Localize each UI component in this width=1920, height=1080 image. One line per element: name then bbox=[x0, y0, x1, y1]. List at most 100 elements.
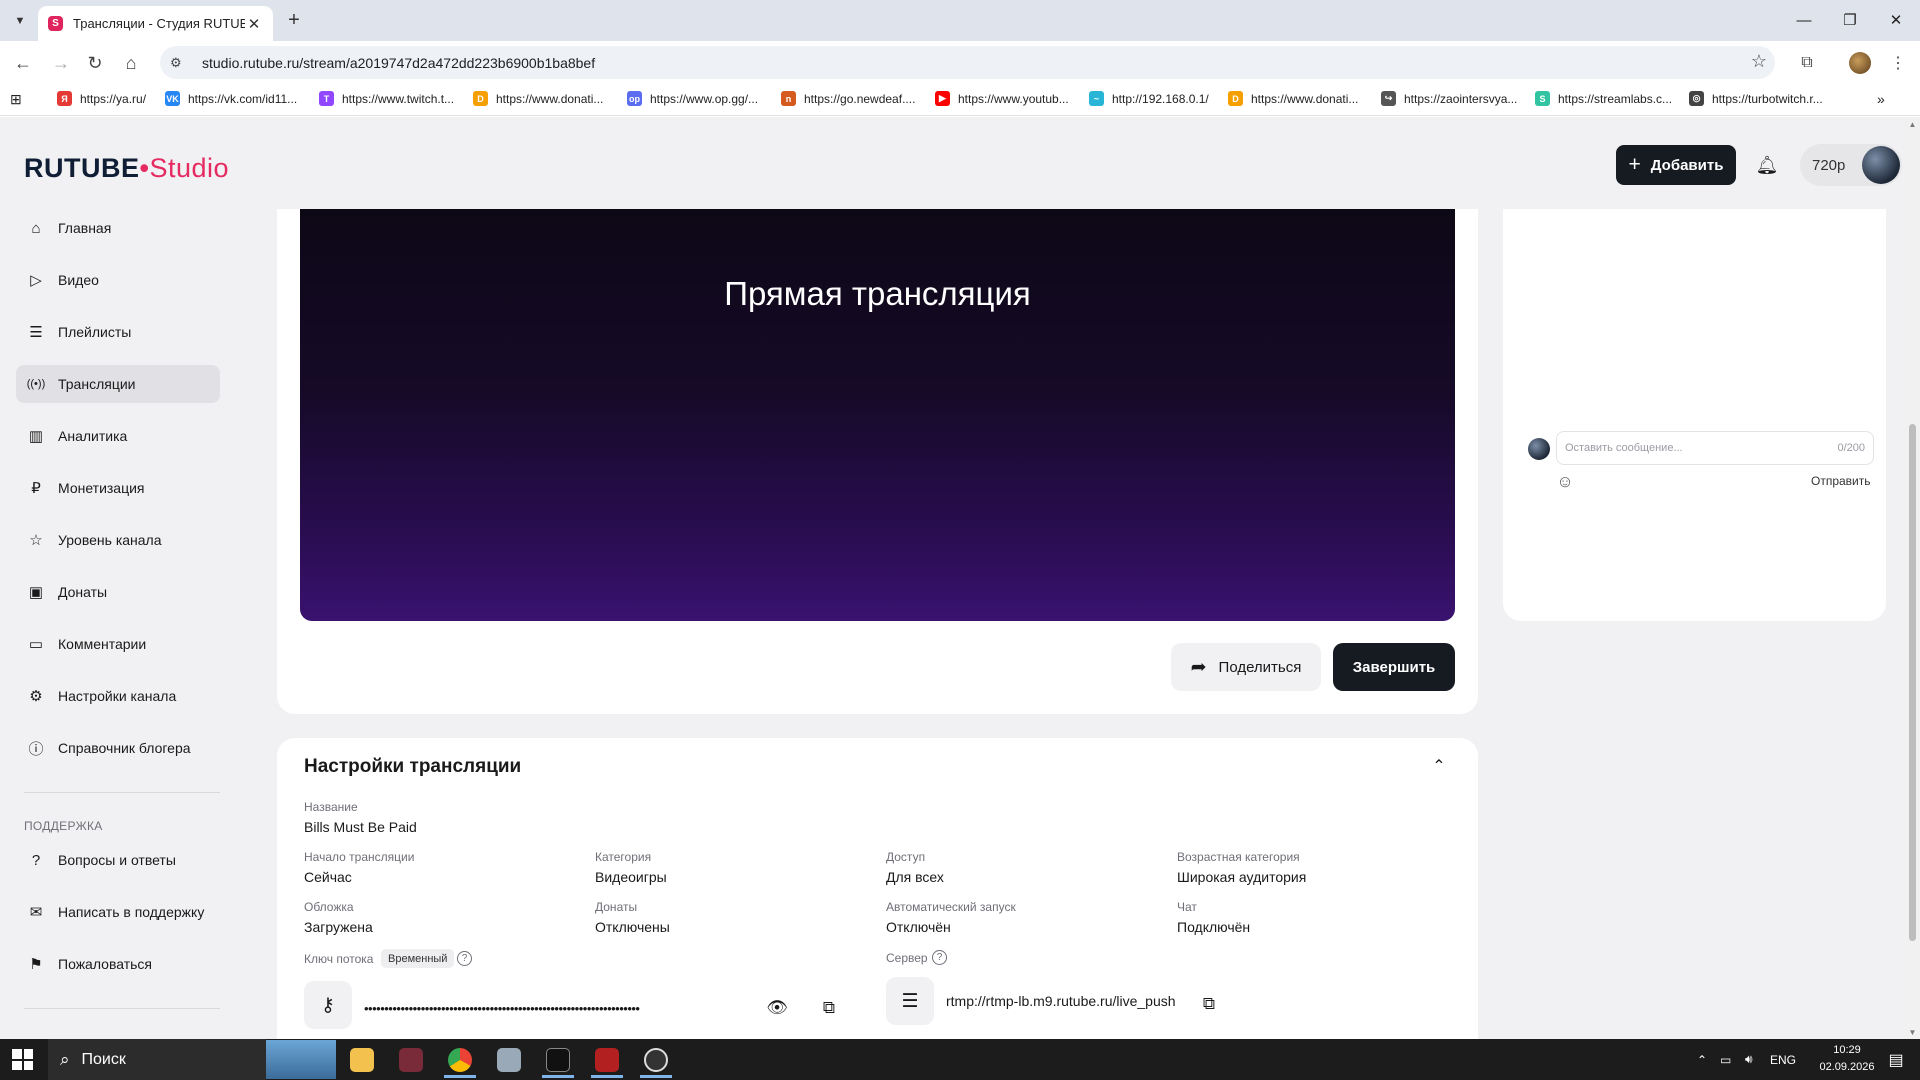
new-tab-icon[interactable]: + bbox=[282, 8, 306, 32]
back-icon[interactable]: ← bbox=[9, 49, 37, 77]
scrollbar-thumb[interactable] bbox=[1909, 424, 1916, 941]
game-app-icon[interactable] bbox=[389, 1042, 433, 1078]
bookmark-star-icon[interactable]: ☆ bbox=[1743, 51, 1775, 72]
redirect-icon: ↪ bbox=[1381, 91, 1396, 106]
close-window-icon[interactable]: ✕ bbox=[1873, 4, 1919, 36]
question-icon: ? bbox=[31, 851, 41, 869]
sidebar-item-home[interactable]: ⌂ Главная bbox=[16, 209, 220, 247]
help-icon[interactable]: ? bbox=[932, 950, 947, 965]
share-button[interactable]: ➦ Поделиться bbox=[1171, 643, 1321, 691]
bookmark-item[interactable]: Яhttps://ya.ru/ bbox=[57, 91, 146, 106]
windows-start-icon[interactable] bbox=[12, 1049, 33, 1070]
site-info-icon[interactable]: ⚙ bbox=[170, 55, 190, 71]
donationalerts-icon: D bbox=[1228, 91, 1243, 106]
star-icon: ☆ bbox=[29, 532, 43, 549]
page-scrollbar[interactable]: ▲ ▼ bbox=[1905, 117, 1920, 1039]
sidebar-item-contact-support[interactable]: ✉ Написать в поддержку bbox=[16, 893, 220, 931]
bookmark-item[interactable]: n https://go.newdeaf.... bbox=[781, 91, 915, 106]
tab-search-icon[interactable]: ▼ bbox=[9, 10, 31, 32]
info-icon: ⓘ bbox=[28, 740, 44, 758]
bookmark-item[interactable]: Shttps://streamlabs.c... bbox=[1535, 91, 1672, 106]
chrome-icon[interactable] bbox=[438, 1042, 482, 1078]
clock[interactable]: 10:29 02.09.2026 bbox=[1818, 1042, 1876, 1076]
bookmark-item[interactable]: Thttps://www.twitch.t... bbox=[319, 91, 454, 106]
language-indicator[interactable]: ENG bbox=[1770, 1039, 1796, 1080]
chevron-up-icon[interactable]: ⌃ bbox=[1427, 754, 1451, 778]
sidebar-item-monetization[interactable]: ₽ Монетизация bbox=[16, 469, 220, 507]
restore-icon[interactable]: ❐ bbox=[1827, 4, 1873, 36]
rutube-studio-logo[interactable]: RUTUBE•Studio bbox=[24, 153, 229, 184]
vk-icon: VK bbox=[165, 91, 180, 106]
sidebar-item-playlists[interactable]: ☰ Плейлисты bbox=[16, 313, 220, 351]
bookmark-item[interactable]: op https://www.op.gg/... bbox=[627, 91, 758, 106]
stream-preview-player[interactable]: Прямая трансляция bbox=[300, 209, 1455, 621]
scroll-up-icon[interactable]: ▲ bbox=[1905, 117, 1920, 131]
audio-app-icon[interactable] bbox=[536, 1042, 580, 1078]
field-value: Отключён bbox=[886, 919, 951, 935]
bookmark-item[interactable]: ↪ https://zaointersvya... bbox=[1381, 91, 1517, 106]
sidebar-item-video[interactable]: ▷ Видео bbox=[16, 261, 220, 299]
streamlabs-icon: S bbox=[1535, 91, 1550, 106]
windows-taskbar: ⌕ Поиск ⌃ ▭ 🔊︎ ENG 10:29 02.09.2026 ▤ bbox=[0, 1039, 1920, 1080]
globe-icon: ◎ bbox=[1689, 91, 1704, 106]
game-app-icon[interactable] bbox=[585, 1042, 629, 1078]
add-button[interactable]: + Добавить bbox=[1616, 145, 1736, 185]
volume-icon[interactable]: 🔊︎ bbox=[1745, 1039, 1753, 1080]
stream-key-value: ••••••••••••••••••••••••••••••••••••••••… bbox=[364, 1001, 640, 1016]
sidebar-item-comments[interactable]: ▭ Комментарии bbox=[16, 625, 220, 663]
finish-stream-button[interactable]: Завершить bbox=[1333, 643, 1455, 691]
sidebar-item-channel-level[interactable]: ☆ Уровень канала bbox=[16, 521, 220, 559]
send-button[interactable]: Отправить bbox=[1811, 474, 1871, 488]
file-explorer-icon[interactable] bbox=[340, 1042, 384, 1078]
reload-icon[interactable]: ↻ bbox=[81, 49, 109, 77]
menu-kebab-icon[interactable]: ⋮ bbox=[1884, 49, 1912, 77]
player-title: Прямая трансляция bbox=[724, 275, 1031, 312]
minimize-icon[interactable]: — bbox=[1781, 4, 1827, 36]
sidebar-item-channel-settings[interactable]: ⚙ Настройки канала bbox=[16, 677, 220, 715]
bookmark-item[interactable]: ▶ https://www.youtub... bbox=[935, 91, 1069, 106]
forward-icon[interactable]: → bbox=[47, 49, 75, 77]
bookmark-item[interactable]: Dhttps://www.donati... bbox=[473, 91, 603, 106]
bookmark-item[interactable]: Dhttps://www.donati... bbox=[1228, 91, 1358, 106]
apps-grid-icon[interactable]: ⊞ bbox=[10, 91, 22, 108]
settings-title: Настройки трансляции bbox=[304, 756, 522, 777]
network-icon[interactable]: ▭ bbox=[1720, 1039, 1731, 1080]
bookmark-item[interactable]: ~ http://192.168.0.1/ bbox=[1089, 91, 1209, 106]
home-icon[interactable]: ⌂ bbox=[117, 49, 145, 77]
notification-center-icon[interactable]: ▤ bbox=[1876, 1048, 1916, 1072]
copy-icon[interactable]: ⧉ bbox=[1196, 991, 1222, 1017]
sidebar-item-donations[interactable]: ▣ Донаты bbox=[16, 573, 220, 611]
chat-placeholder: Оставить сообщение... bbox=[1565, 442, 1683, 454]
address-bar[interactable]: ⚙ studio.rutube.ru/stream/a2019747d2a472… bbox=[160, 46, 1775, 79]
bookmark-item[interactable]: VK https://vk.com/id11... bbox=[165, 91, 297, 106]
obs-icon[interactable] bbox=[634, 1042, 678, 1078]
search-highlight-image[interactable] bbox=[266, 1040, 336, 1079]
taskbar-search[interactable]: ⌕ Поиск bbox=[48, 1039, 266, 1080]
sidebar-item-analytics[interactable]: ▥ Аналитика bbox=[16, 417, 220, 455]
browser-tab-active[interactable]: S Трансляции - Студия RUTUBE ✕ bbox=[38, 6, 273, 41]
search-icon: ⌕ bbox=[60, 1049, 70, 1069]
scroll-down-icon[interactable]: ▼ bbox=[1905, 1025, 1920, 1039]
more-bookmarks-icon[interactable]: » bbox=[1877, 91, 1885, 107]
sidebar-item-faq[interactable]: ? Вопросы и ответы bbox=[16, 841, 220, 879]
chat-char-counter: 0/200 bbox=[1837, 442, 1865, 454]
extensions-icon[interactable]: ⧉ bbox=[1793, 49, 1821, 77]
yandex-icon: Я bbox=[57, 91, 72, 106]
bookmark-item[interactable]: ◎ https://turbotwitch.r... bbox=[1689, 91, 1823, 106]
help-icon[interactable]: ? bbox=[457, 951, 472, 966]
notifications-bell-icon[interactable]: 🔔︎ bbox=[1753, 151, 1781, 179]
profile-avatar[interactable] bbox=[1846, 49, 1874, 77]
tab-close-icon[interactable]: ✕ bbox=[245, 15, 263, 33]
app-icon[interactable] bbox=[487, 1042, 531, 1078]
account-menu[interactable]: 720p bbox=[1800, 144, 1902, 186]
sidebar-item-streams[interactable]: ((•)) Трансляции bbox=[16, 365, 220, 403]
eye-icon[interactable]: 👁︎ bbox=[764, 995, 790, 1021]
emoji-icon[interactable]: ☺ bbox=[1554, 471, 1576, 493]
field-label: Донаты bbox=[595, 900, 638, 914]
sidebar-item-blogger-guide[interactable]: ⓘ Справочник блогера bbox=[16, 729, 220, 767]
tray-chevron-icon[interactable]: ⌃ bbox=[1697, 1039, 1707, 1080]
sidebar-nav: ⌂ Главная ▷ Видео ☰ Плейлисты ((•)) Трансляц… bbox=[0, 209, 230, 1039]
copy-icon[interactable]: ⧉ bbox=[816, 995, 842, 1021]
chat-message-input[interactable]: Оставить сообщение... 0/200 bbox=[1556, 431, 1874, 465]
sidebar-item-report[interactable]: ⚑ Пожаловаться bbox=[16, 945, 220, 983]
